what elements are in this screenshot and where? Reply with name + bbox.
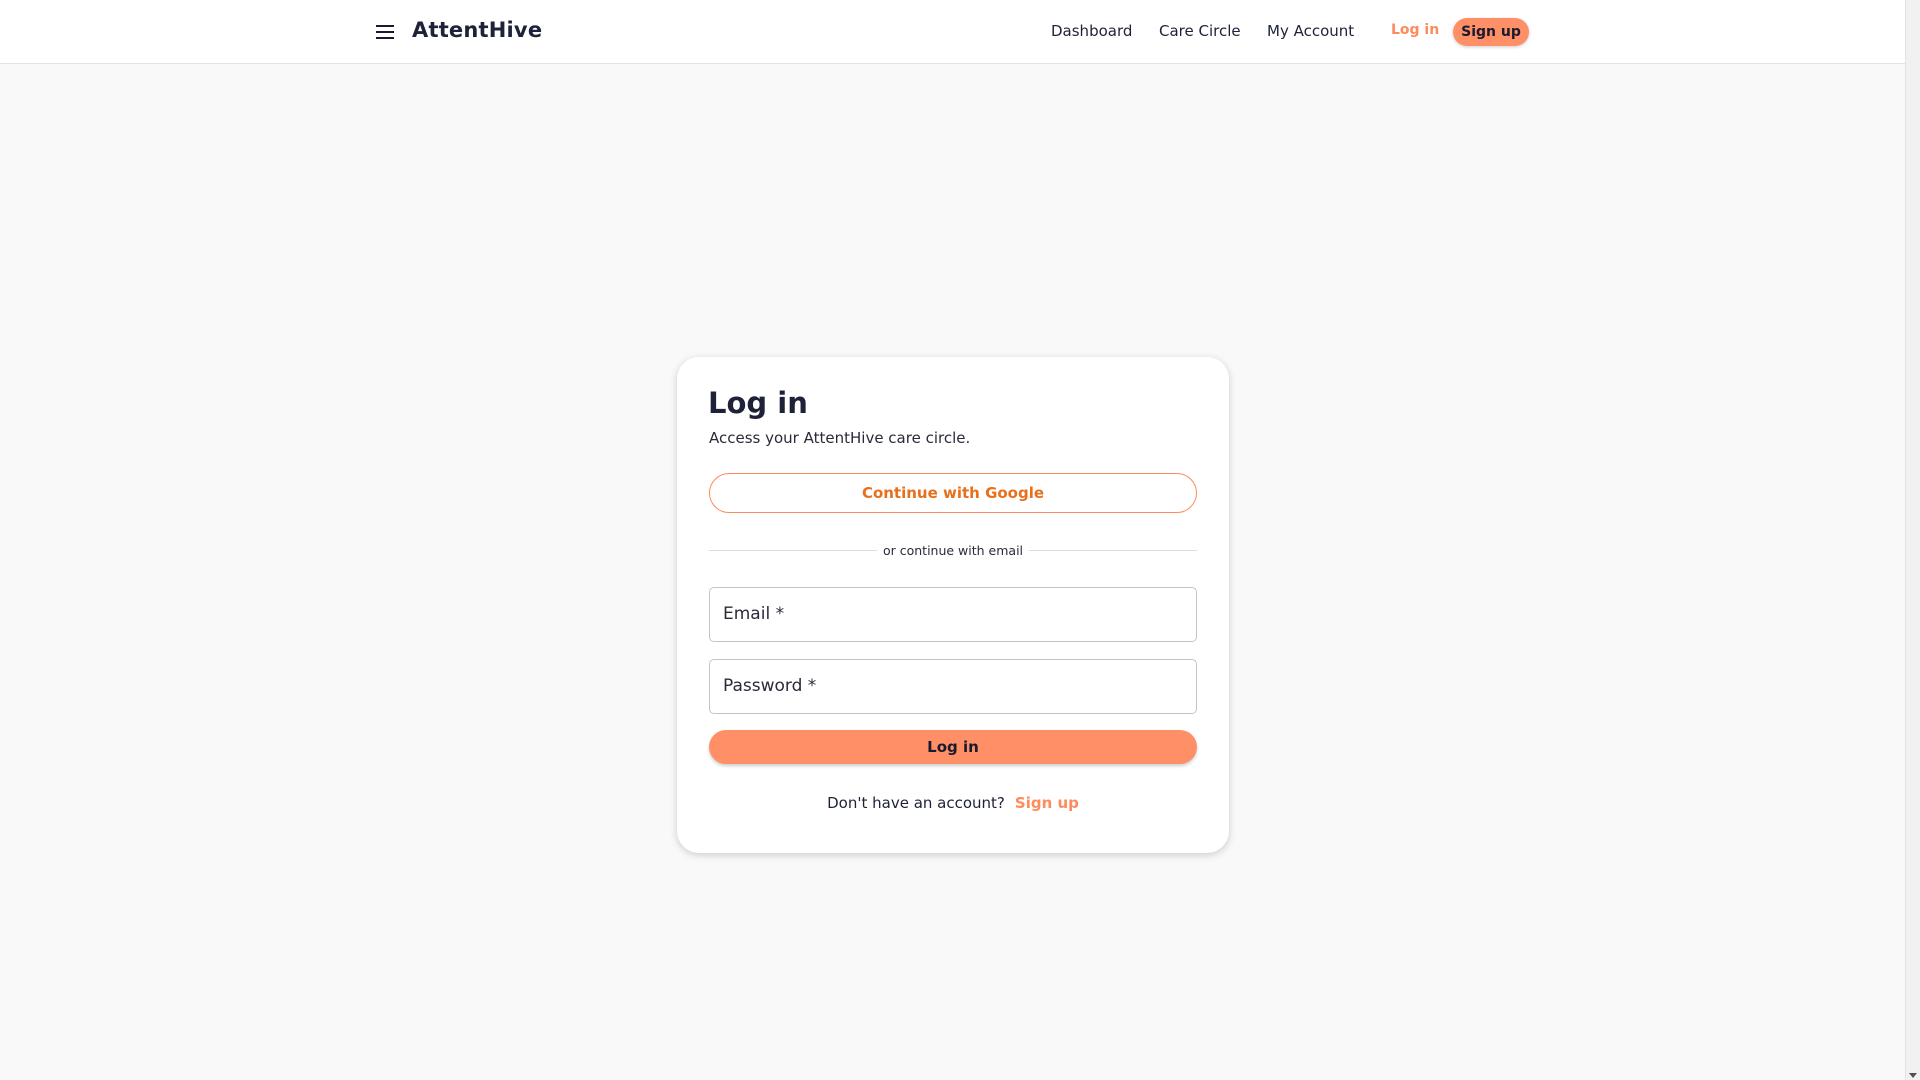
no-account-text: Don't have an account? [827,794,1005,812]
nav-dashboard[interactable]: Dashboard [1051,22,1132,40]
nav-my-account[interactable]: My Account [1267,22,1354,40]
scroll-down-arrow-icon[interactable] [1909,1073,1917,1078]
divider-line-right [1029,550,1197,551]
signup-prompt: Don't have an account? Sign up [677,794,1229,812]
continue-with-google-button[interactable]: Continue with Google [709,473,1197,513]
login-title: Log in [708,386,808,420]
password-field-label: Password * [723,676,817,696]
email-field-label: Email * [723,604,785,624]
password-field[interactable]: Password * [709,659,1197,714]
page: AttentHive Dashboard Care Circle My Acco… [0,0,1905,1080]
nav-care-circle[interactable]: Care Circle [1159,22,1241,40]
login-card: Log in Access your AttentHive care circl… [677,357,1229,853]
signup-link[interactable]: Sign up [1015,794,1079,812]
header-signup-button[interactable]: Sign up [1453,18,1529,46]
login-submit-button[interactable]: Log in [709,730,1197,764]
brand-logo[interactable]: AttentHive [412,18,542,42]
login-subtitle: Access your AttentHive care circle. [709,429,971,447]
hamburger-menu-icon[interactable] [375,24,395,40]
top-navbar: AttentHive Dashboard Care Circle My Acco… [0,0,1905,64]
vertical-scrollbar[interactable] [1905,0,1920,1080]
email-field[interactable]: Email * [709,587,1197,642]
header-login-link[interactable]: Log in [1391,22,1439,38]
